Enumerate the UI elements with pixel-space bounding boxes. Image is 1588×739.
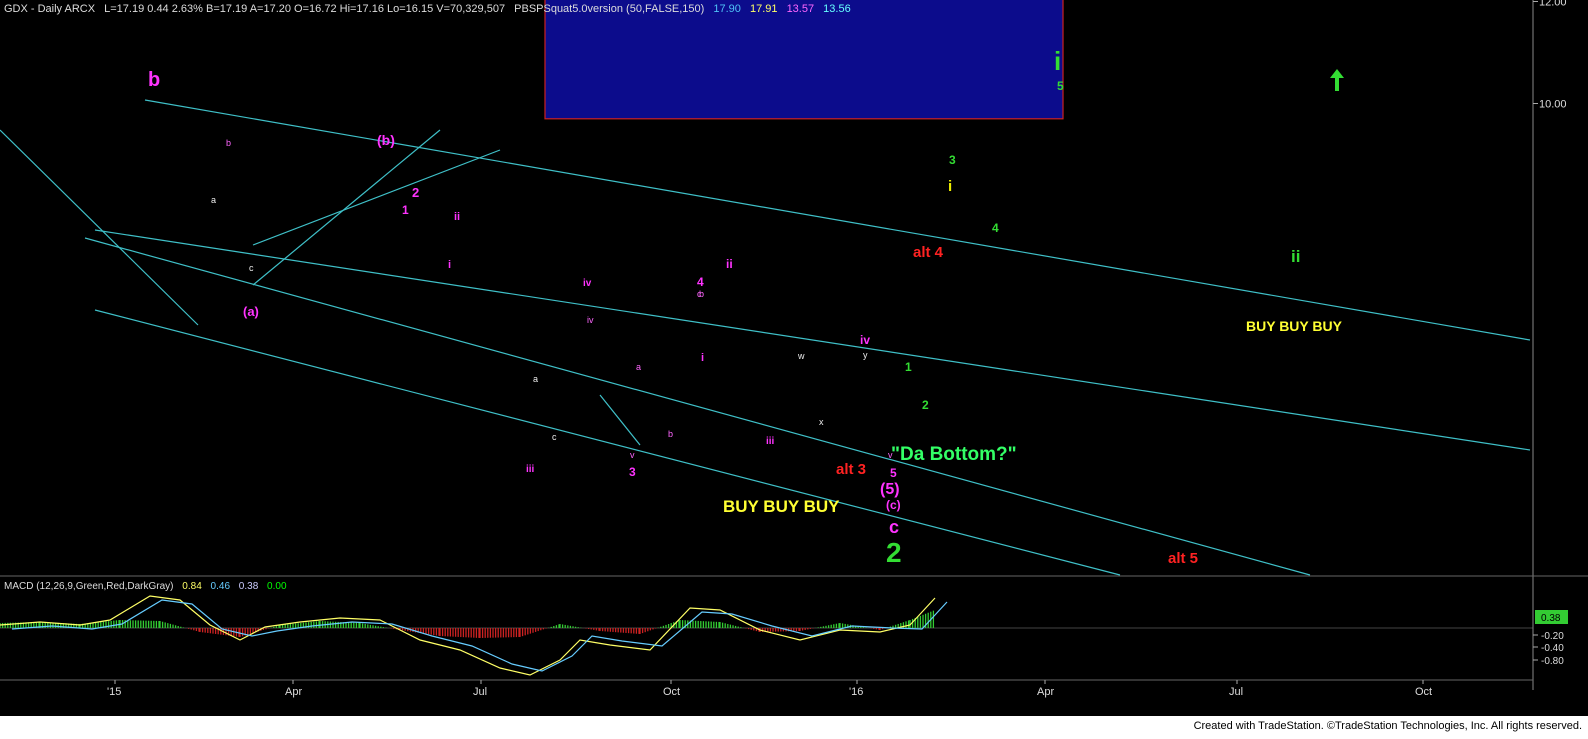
wave-label: alt 4 <box>913 244 944 261</box>
wave-label: (5) <box>880 481 900 498</box>
wave-label: 5 <box>890 466 897 480</box>
macd-tick-label: -0.80 <box>1541 656 1564 667</box>
wave-sub-label: b <box>668 429 673 439</box>
wave-label: i <box>1054 46 1061 76</box>
indicator-label: PBSPSquat5.0version (50,FALSE,150) <box>514 3 705 15</box>
buy-zone-box <box>544 0 1064 120</box>
wave-label: iv <box>583 278 592 289</box>
time-tick-label: Apr <box>1037 686 1054 698</box>
wave-sub-label: y <box>863 350 868 360</box>
wave-label: 1 <box>905 360 912 374</box>
wave-sub-label: a <box>636 362 641 372</box>
time-tick-label: '16 <box>849 686 863 698</box>
wave-label: 1 <box>402 203 409 217</box>
wave-label: 2 <box>412 185 419 200</box>
up-arrow-icon <box>1330 69 1344 91</box>
wave-sub-label: a <box>533 374 538 384</box>
wave-sub-label: v <box>630 450 635 460</box>
wave-sub-label: a <box>211 195 216 205</box>
macd-value: 0.46 <box>210 581 231 592</box>
indicator-value: 13.57 <box>786 3 815 15</box>
wave-label: 3 <box>629 465 636 479</box>
wave-label: i <box>948 178 952 195</box>
wave-label: ii <box>1291 247 1300 266</box>
wave-label: 5 <box>1057 79 1064 93</box>
macd-value: 0.00 <box>267 581 287 592</box>
wave-label: iii <box>766 436 775 447</box>
macd-value: 0.84 <box>182 581 202 592</box>
wave-label: (c) <box>886 498 901 512</box>
wave-sub-label: v <box>888 450 893 460</box>
macd-tick-label: -0.40 <box>1541 643 1564 654</box>
wave-label: iii <box>526 464 535 475</box>
wave-label: "Da Bottom?" <box>891 444 1017 465</box>
time-tick-label: Oct <box>663 686 680 698</box>
price-tick-label: 12.00 <box>1539 0 1567 9</box>
wave-sub-label: iv <box>587 315 594 325</box>
wave-label: alt 5 <box>1168 550 1198 567</box>
gdx-daily-chart: 23.2921.00 261.80% (19.99)238.20% (19.46… <box>0 0 1588 716</box>
time-tick-label: Jul <box>473 686 487 698</box>
wave-label: b <box>148 69 160 91</box>
wave-label: (a) <box>243 304 259 319</box>
macd-marker-label: 0.38 <box>1541 613 1561 624</box>
wave-label: i <box>448 259 451 271</box>
wave-sub-label: x <box>819 417 824 427</box>
copyright-text: Created with TradeStation. ©TradeStation… <box>1193 720 1582 732</box>
quote-stats: L=17.19 0.44 2.63% B=17.19 A=17.20 O=16.… <box>104 3 506 15</box>
wave-label: i <box>701 352 704 364</box>
wave-label: iv <box>860 333 870 347</box>
wave-label: 4 <box>697 275 704 289</box>
price-tick-label: 10.00 <box>1539 99 1567 111</box>
indicator-value: 13.56 <box>823 3 851 15</box>
wave-label: ii <box>454 211 460 223</box>
wave-label: c <box>889 517 899 537</box>
macd-label: MACD (12,26,9,Green,Red,DarkGray) <box>4 581 174 592</box>
indicator-value: 17.91 <box>749 3 778 15</box>
footer: Created with TradeStation. ©TradeStation… <box>0 716 1588 739</box>
macd-tick-label: -0.20 <box>1541 631 1564 642</box>
time-tick-label: Apr <box>285 686 302 698</box>
wave-sub-label: c <box>697 289 702 299</box>
wave-label: ii <box>726 257 733 271</box>
symbol-label: GDX - Daily ARCX <box>4 3 96 15</box>
indicator-value: 17.90 <box>713 3 741 15</box>
time-tick-label: Jul <box>1229 686 1243 698</box>
time-tick-label: '15 <box>107 686 121 698</box>
wave-label: (b) <box>377 132 395 148</box>
wave-sub-label: c <box>552 432 557 442</box>
wave-label: 4 <box>992 221 999 235</box>
time-tick-label: Oct <box>1415 686 1432 698</box>
wave-label: 3 <box>949 153 956 167</box>
buy-zone-label: BUY BUY BUY <box>1246 318 1343 334</box>
macd-value: 0.38 <box>238 581 259 592</box>
wave-label: 2 <box>922 398 929 412</box>
wave-label: alt 3 <box>836 461 866 478</box>
wave-sub-label: b <box>226 138 231 148</box>
buy-zone-label: BUY BUY BUY <box>723 497 840 516</box>
macd-header: MACD (12,26,9,Green,Red,DarkGray) 0.84 0… <box>4 581 293 592</box>
chart-header: GDX - Daily ARCX L=17.19 0.44 2.63% B=17… <box>4 3 857 15</box>
wave-sub-label: w <box>797 351 805 361</box>
wave-label: 2 <box>886 537 902 568</box>
wave-sub-label: c <box>249 263 254 273</box>
